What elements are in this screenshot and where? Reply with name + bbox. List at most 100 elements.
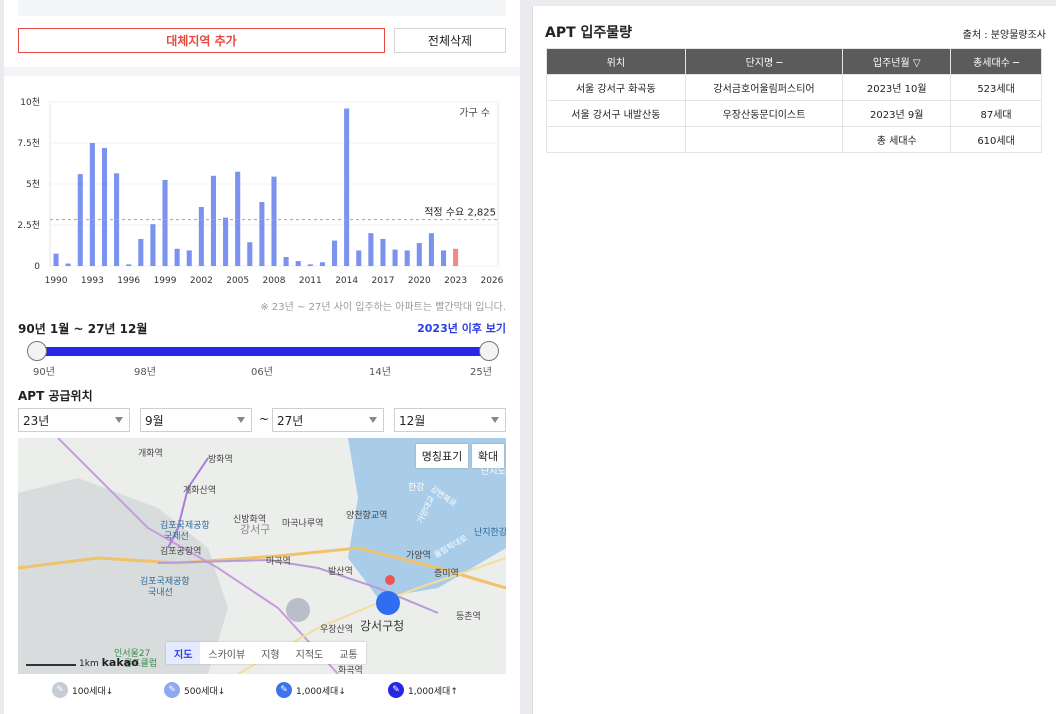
bar — [198, 206, 204, 266]
legend-500: ✎ 500세대↓ — [164, 682, 225, 698]
x-tick-label: 2008 — [263, 276, 286, 286]
legend-100: ✎ 100세대↓ — [52, 682, 113, 698]
bar — [89, 143, 95, 266]
y-tick-label: 5천 — [26, 179, 40, 190]
slider-tick: 90년 — [33, 367, 55, 378]
x-tick-label: 1993 — [81, 276, 104, 286]
end-month-select[interactable]: 12월 — [394, 408, 506, 432]
bar — [380, 238, 386, 266]
pin-icon: ✎ — [276, 682, 292, 698]
svg-text:등촌역: 등촌역 — [456, 611, 481, 622]
table-total-row: 총 세대수 610세대 — [546, 126, 1042, 153]
period-slider-track[interactable] — [37, 347, 489, 356]
svg-text:양천향교역: 양천향교역 — [346, 509, 387, 521]
section-divider — [4, 67, 520, 76]
bar — [186, 250, 192, 266]
svg-text:국제선: 국제선 — [164, 531, 189, 542]
map-type-tabs: 지도 스카이뷰 지형 지적도 교통 — [166, 642, 366, 664]
legend-label: 가구 수 — [459, 107, 490, 119]
tab-terrain[interactable]: 지형 — [253, 642, 287, 664]
bar — [307, 264, 313, 266]
right-panel: APT 입주물량 출처 : 분양물량조사 위치 단지명 ─ 입주년월 ▽ 총세대… — [532, 6, 1056, 714]
x-tick-label: 1990 — [45, 276, 68, 286]
view-after-2023-link[interactable]: 2023년 이후 보기 — [417, 320, 506, 336]
chevron-down-icon — [491, 417, 499, 423]
svg-text:개화산역: 개화산역 — [183, 485, 216, 496]
end-year-value: 27년 — [277, 413, 304, 428]
svg-text:마곡역: 마곡역 — [266, 556, 291, 567]
chevron-down-icon — [369, 417, 377, 423]
slider-end-handle[interactable] — [479, 341, 499, 361]
x-tick-label: 1999 — [154, 276, 177, 286]
delete-all-button[interactable]: 전체삭제 — [394, 28, 506, 53]
supply-map[interactable]: 개화역 방화역 개화산역 김포국제공항 국제선 신방화역 마곡나루역 양천향교역… — [18, 438, 506, 674]
x-tick-label: 2011 — [299, 276, 322, 286]
svg-text:강서구청: 강서구청 — [360, 619, 404, 633]
tab-map[interactable]: 지도 — [166, 642, 201, 664]
x-tick-label: 2002 — [190, 276, 213, 286]
x-tick-label: 2023 — [444, 276, 467, 286]
range-tilde: ~ — [259, 412, 270, 426]
x-tick-label: 2020 — [408, 276, 431, 286]
bar — [126, 264, 132, 266]
svg-text:김포국제공항: 김포국제공항 — [140, 575, 190, 587]
table-row[interactable]: 서울 강서구 내발산동 우장산동문디이스트 2023년 9월 87세대 — [546, 100, 1042, 127]
table-row[interactable]: 서울 강서구 화곡동 강서금호어울림퍼스티어 2023년 10월 523세대 — [546, 74, 1042, 101]
cell: 우장산동문디이스트 — [684, 100, 844, 127]
tab-cadastral[interactable]: 지적도 — [288, 642, 332, 664]
bar — [331, 240, 338, 266]
show-names-button[interactable]: 명칭표기 — [416, 444, 468, 468]
bar — [344, 108, 350, 266]
scale-label: 1km — [79, 659, 99, 669]
svg-text:발산역: 발산역 — [328, 566, 353, 577]
legend-1000-below: ✎ 1,000세대↓ — [276, 682, 346, 698]
bar — [138, 238, 144, 266]
cell: 서울 강서구 내발산동 — [546, 100, 686, 127]
supply-location-title: APT 공급위치 — [18, 389, 93, 403]
svg-text:화곡역: 화곡역 — [338, 665, 363, 674]
scale-bar — [26, 664, 76, 666]
table-header-row: 위치 단지명 ─ 입주년월 ▽ 총세대수 ─ — [546, 48, 1042, 75]
apt-title: APT 입주물량 — [545, 25, 633, 41]
y-tick-label: 2.5천 — [17, 220, 40, 231]
chevron-down-icon — [115, 417, 123, 423]
cell: 87세대 — [950, 100, 1042, 127]
svg-text:김포국제공항: 김포국제공항 — [160, 519, 210, 531]
cell: 523세대 — [950, 74, 1042, 101]
bar — [356, 250, 362, 266]
tab-traffic[interactable]: 교통 — [331, 642, 365, 664]
slider-tick: 14년 — [369, 367, 391, 378]
col-complex[interactable]: 단지명 ─ — [684, 48, 844, 75]
bar — [416, 243, 422, 266]
svg-text:마곡나루역: 마곡나루역 — [282, 518, 323, 529]
end-year-select[interactable]: 27년 — [272, 408, 384, 432]
start-month-value: 9월 — [145, 413, 164, 428]
supply-bar-chart: 0 2.5천 5천 7.5천 10천 1990 1993 1996 1999 2002 2005 20… — [17, 97, 503, 286]
start-year-select[interactable]: 23년 — [18, 408, 130, 432]
slider-start-handle[interactable] — [27, 341, 47, 361]
bar — [259, 202, 265, 266]
reference-line-label: 적정 수요 2,825 — [424, 207, 496, 219]
bar — [440, 250, 447, 266]
bar — [223, 217, 229, 266]
map-scale: 1km kakao — [26, 656, 139, 669]
start-month-select[interactable]: 9월 — [140, 408, 252, 432]
range-title: 90년 1월 ~ 27년 12월 — [18, 322, 148, 336]
zoom-button[interactable]: 확대 — [472, 444, 504, 468]
col-move-in[interactable]: 입주년월 ▽ — [842, 48, 952, 75]
add-region-button[interactable]: 대체지역 추가 — [18, 28, 385, 53]
col-location[interactable]: 위치 — [546, 48, 686, 75]
cell — [546, 126, 686, 153]
bar — [210, 175, 217, 266]
col-units[interactable]: 총세대수 ─ — [950, 48, 1042, 75]
bar — [162, 179, 168, 266]
bar — [295, 261, 301, 266]
bar — [453, 248, 459, 266]
svg-text:강서구: 강서구 — [240, 523, 270, 536]
bar — [368, 233, 374, 266]
cell: 2023년 10월 — [842, 74, 952, 101]
map-canvas[interactable]: 개화역 방화역 개화산역 김포국제공항 국제선 신방화역 마곡나루역 양천향교역… — [18, 438, 506, 674]
bar — [235, 171, 241, 266]
cell — [684, 126, 844, 153]
tab-skyview[interactable]: 스카이뷰 — [200, 642, 253, 664]
